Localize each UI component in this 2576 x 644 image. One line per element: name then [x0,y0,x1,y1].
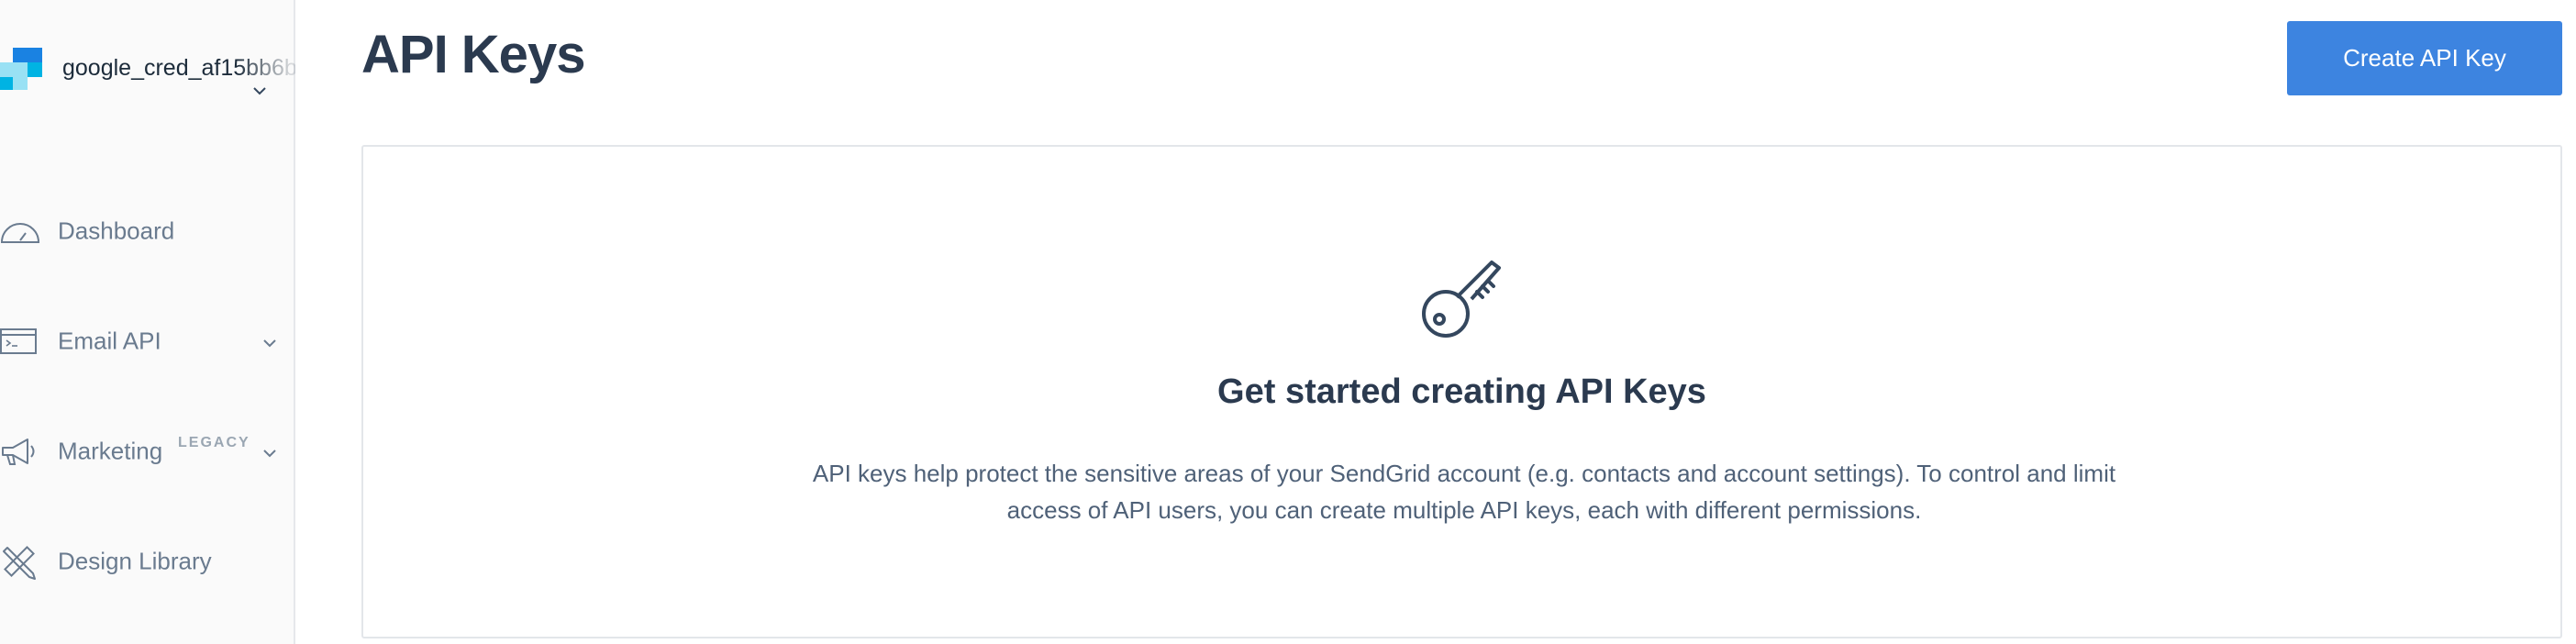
sidebar-item-label: Email API [58,327,161,355]
key-icon [1422,261,1501,338]
empty-state-description: API keys help protect the sensitive area… [812,460,2116,524]
sidebar-item-marketing[interactable]: Marketing LEGACY [0,415,295,488]
page-title: API Keys [361,25,585,84]
account-switcher[interactable]: google_cred_af15bb6b [0,37,295,119]
sendgrid-logo-icon [0,48,42,90]
megaphone-icon [0,431,40,472]
empty-state-title: Get started creating API Keys [1217,372,1706,411]
sidebar-item-dashboard[interactable]: Dashboard [0,194,295,268]
account-name: google_cred_af15bb6b [62,55,295,81]
app-window: google_cred_af15bb6b Dashboard Email API… [0,0,2576,644]
sidebar-item-label: Design Library [58,547,212,575]
create-api-key-button[interactable]: Create API Key [2287,21,2562,95]
sidebar: google_cred_af15bb6b Dashboard Email API… [0,0,295,644]
speedometer-icon [0,211,40,251]
legacy-badge: LEGACY [178,435,250,450]
chevron-down-icon [251,84,268,97]
sidebar-item-design-library[interactable]: Design Library [0,525,295,598]
sidebar-item-email-api[interactable]: Email API [0,305,295,378]
terminal-window-icon [0,321,40,361]
empty-state-panel: Get started creating API Keys API keys h… [361,145,2562,638]
sidebar-item-label: Dashboard [58,217,175,245]
pencil-ruler-icon [0,541,40,582]
sidebar-item-label: Marketing [58,437,163,465]
chevron-down-icon [262,336,277,348]
chevron-down-icon [262,446,277,458]
